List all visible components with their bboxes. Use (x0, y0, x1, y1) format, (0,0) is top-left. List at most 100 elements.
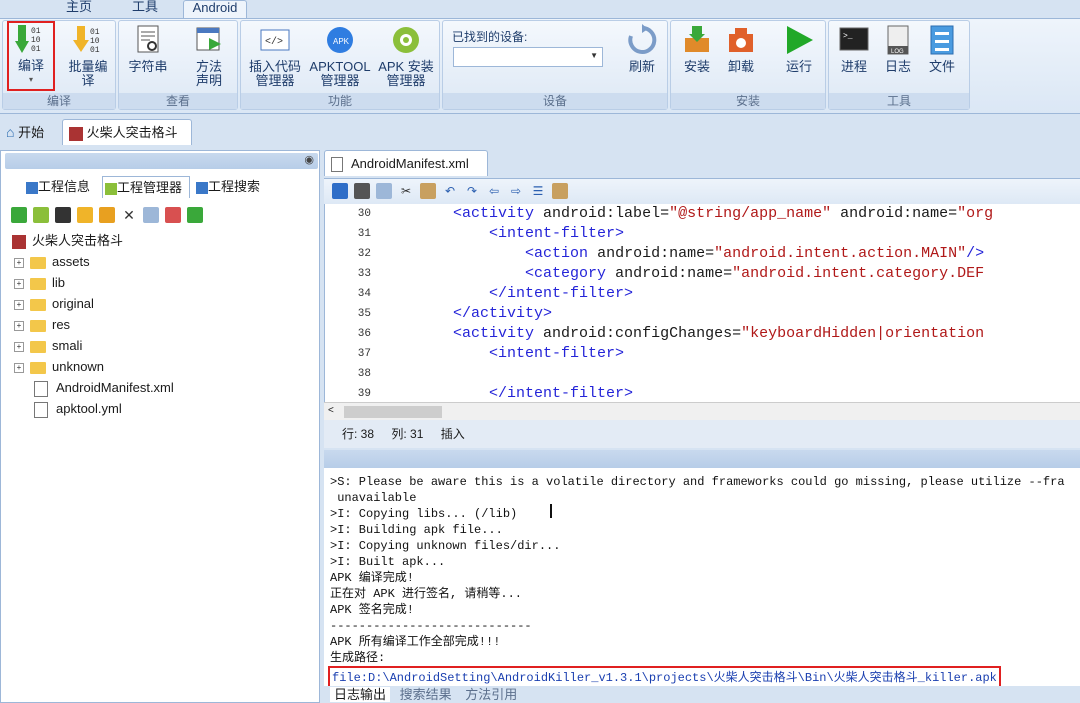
tab-tools[interactable]: 工具 (128, 0, 162, 18)
ribbon-tab-row (0, 0, 1080, 18)
tree-root[interactable]: 火柴人突击格斗 (12, 230, 123, 251)
compile-button[interactable]: 01 10 01 编译 ▾ (7, 21, 55, 91)
paste-icon[interactable] (420, 183, 436, 199)
stop-icon[interactable] (55, 207, 71, 223)
chevron-down-icon: ▼ (590, 51, 598, 60)
tab-project-info[interactable]: 工程信息 (26, 176, 100, 198)
install-button[interactable]: 安装 (676, 24, 718, 90)
refresh-icon[interactable] (11, 207, 27, 223)
document-search-icon (132, 24, 164, 56)
output-path-link[interactable]: file:D:\AndroidSetting\AndroidKiller_v1.… (328, 666, 1001, 686)
file-icon (34, 401, 48, 418)
log-button[interactable]: LOG 日志 (878, 24, 918, 90)
expand-icon[interactable]: + (14, 257, 24, 268)
svg-text:LOG: LOG (891, 49, 904, 55)
tab-method-refs[interactable]: 方法引用 (465, 687, 517, 702)
add-icon[interactable] (187, 207, 203, 223)
tree-folder-lib[interactable]: + lib (14, 272, 65, 293)
tree-folder-smali[interactable]: + smali (14, 335, 82, 356)
svg-text:01: 01 (90, 46, 100, 55)
tools-icon[interactable] (552, 183, 568, 199)
panel-header: ◉ (5, 153, 318, 169)
log-panel-header (324, 450, 1080, 468)
copy-icon[interactable] (376, 183, 392, 199)
tree-folder-unknown[interactable]: + unknown (14, 356, 104, 377)
arrow-right-icon[interactable]: ⇨ (508, 183, 524, 199)
code-editor[interactable]: 30 31 32 33 34 35 36 37 38 39 <activity … (324, 204, 1080, 402)
scroll-thumb[interactable] (344, 406, 442, 418)
tab-home[interactable]: 主页 (62, 0, 96, 18)
process-button[interactable]: >_ 进程 (834, 24, 874, 90)
delete-icon[interactable]: ✕ (121, 207, 137, 223)
lock-icon[interactable] (332, 183, 348, 199)
tab-project-manager[interactable]: 工程管理器 (102, 176, 190, 198)
chevron-left-icon[interactable]: < (328, 405, 334, 416)
tab-project[interactable]: 火柴人突击格斗 (62, 119, 192, 145)
eye-icon[interactable]: ◉ (304, 153, 314, 166)
cut-icon[interactable]: ✂ (398, 183, 414, 199)
tab-log-output[interactable]: 日志输出 (330, 687, 391, 702)
device-select[interactable]: ▼ (453, 47, 603, 67)
strings-button[interactable]: 字符串 (122, 24, 174, 90)
undo-icon[interactable]: ↶ (442, 183, 458, 199)
code-tag-icon: </> (259, 24, 291, 56)
tree-folder-assets[interactable]: + assets (14, 251, 90, 272)
rename-icon[interactable] (143, 207, 159, 223)
arrow-left-icon[interactable]: ⇦ (486, 183, 502, 199)
editor-toolbar: ✂ ↶ ↷ ⇦ ⇨ ☰ (324, 178, 1080, 205)
horizontal-scrollbar[interactable]: < (324, 402, 1080, 421)
edit-file-icon (34, 380, 48, 397)
save-icon[interactable] (354, 183, 370, 199)
tree-file-manifest[interactable]: AndroidManifest.xml (34, 377, 174, 398)
apktool-icon: APK (324, 24, 356, 56)
uninstall-button[interactable]: 卸载 (720, 24, 762, 90)
folder-icon (30, 340, 46, 353)
image-icon[interactable] (33, 207, 49, 223)
insert-code-manager-button[interactable]: </> 插入代码管理器 (245, 24, 305, 90)
binary-compile-icon: 01 10 01 (15, 23, 47, 55)
terminal-icon: >_ (838, 24, 870, 56)
tree-file-apktool[interactable]: apktool.yml (34, 398, 122, 419)
refresh-button[interactable]: 刷新 (620, 24, 664, 90)
editor-tab[interactable]: AndroidManifest.xml (324, 150, 488, 176)
expand-icon[interactable]: + (14, 278, 24, 289)
log-output[interactable]: >S: Please be aware this is a volatile d… (324, 468, 1080, 686)
apktool-manager-button[interactable]: APK APKTOOL管理器 (308, 24, 372, 90)
text-file-icon[interactable] (165, 207, 181, 223)
install-box-icon (681, 24, 713, 56)
file-button[interactable]: 文件 (922, 24, 962, 90)
method-declaration-button[interactable]: 方法声明 (184, 24, 234, 90)
file-icon (331, 157, 343, 172)
folder-search-icon[interactable] (77, 207, 93, 223)
tab-start[interactable]: ⌂ 开始 (6, 119, 62, 145)
android-gear-icon (390, 24, 422, 56)
line-gutter: 30 31 32 33 34 35 36 37 38 39 (357, 208, 371, 400)
tree-folder-original[interactable]: + original (14, 293, 94, 314)
svg-text:10: 10 (31, 36, 41, 45)
expand-icon[interactable]: + (14, 362, 24, 373)
game-app-icon (12, 234, 26, 249)
tab-project-search[interactable]: 工程搜索 (196, 176, 270, 198)
run-button[interactable]: 运行 (778, 24, 820, 90)
apk-install-manager-button[interactable]: APK 安装管理器 (376, 24, 436, 90)
redo-icon[interactable]: ↷ (464, 183, 480, 199)
folder-icon (30, 319, 46, 332)
log-tab-bar: 日志输出 搜索结果 方法引用 (324, 686, 1080, 703)
search-icon (196, 181, 208, 194)
folder-icon (30, 277, 46, 290)
svg-text:01: 01 (31, 27, 41, 36)
expand-icon[interactable]: + (14, 320, 24, 331)
tab-android[interactable]: Android (183, 0, 247, 19)
game-app-icon (69, 126, 83, 141)
method-export-icon (193, 24, 225, 56)
expand-icon[interactable]: + (14, 341, 24, 352)
folder-icon (30, 256, 46, 269)
tab-search-results[interactable]: 搜索结果 (400, 687, 452, 702)
svg-text:>_: >_ (843, 32, 853, 41)
open-folder-icon[interactable] (99, 207, 115, 223)
expand-icon[interactable]: + (14, 299, 24, 310)
tree-folder-res[interactable]: + res (14, 314, 70, 335)
uninstall-box-icon (725, 24, 757, 56)
batch-compile-button[interactable]: 01 10 01 批量编译 (62, 24, 114, 90)
format-icon[interactable]: ☰ (530, 183, 546, 199)
